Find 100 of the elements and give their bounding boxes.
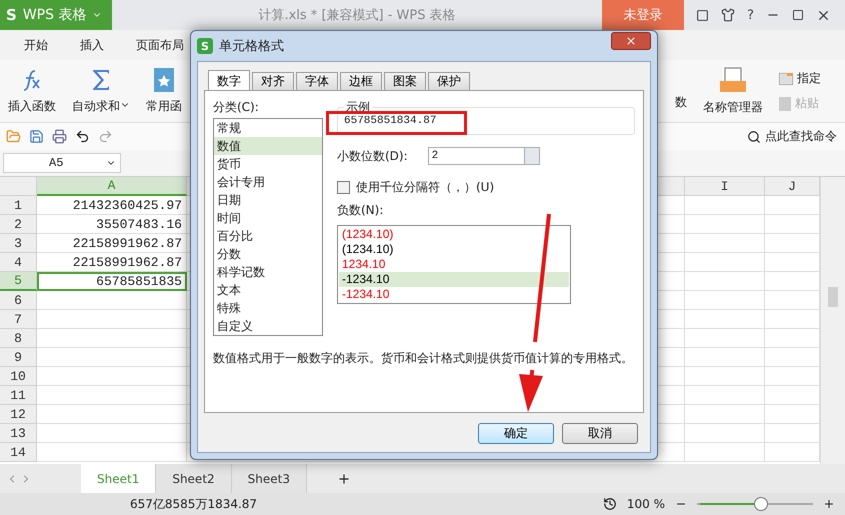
- table-cell[interactable]: 22158991962.87: [37, 234, 187, 253]
- table-cell[interactable]: [37, 329, 187, 348]
- save-icon[interactable]: [29, 129, 44, 144]
- sheet-tab[interactable]: Sheet3: [232, 464, 307, 493]
- command-search[interactable]: 点此查找命令: [747, 128, 845, 145]
- row-header[interactable]: 4: [0, 253, 37, 272]
- table-cell[interactable]: [685, 386, 765, 405]
- negative-option[interactable]: (1234.10): [339, 227, 569, 242]
- row-header[interactable]: 2: [0, 215, 37, 234]
- column-header[interactable]: I: [685, 177, 765, 196]
- dialog-tab[interactable]: 保护: [428, 72, 470, 91]
- name-manager-button[interactable]: 名称管理器: [695, 66, 771, 116]
- name-box[interactable]: A5: [3, 153, 121, 173]
- negative-option[interactable]: -1234.10: [339, 272, 569, 287]
- menu-tab[interactable]: 开始: [8, 36, 64, 54]
- row-header[interactable]: 12: [0, 405, 37, 424]
- table-cell[interactable]: [37, 386, 187, 405]
- dialog-tab[interactable]: 图案: [384, 72, 426, 91]
- dialog-tab[interactable]: 数字: [208, 70, 250, 91]
- zoom-in-icon[interactable]: [823, 498, 835, 510]
- category-item[interactable]: 常规: [214, 119, 322, 137]
- table-cell[interactable]: [685, 424, 765, 443]
- table-cell[interactable]: [685, 253, 765, 272]
- dialog-tab[interactable]: 对齐: [252, 72, 294, 91]
- menu-tab[interactable]: 插入: [64, 36, 120, 54]
- table-cell[interactable]: [685, 348, 765, 367]
- table-cell[interactable]: 21432360425.97: [37, 196, 187, 215]
- redo-icon[interactable]: [98, 129, 113, 144]
- dialog-tab[interactable]: 字体: [296, 72, 338, 91]
- category-item[interactable]: 货币: [214, 155, 322, 173]
- checkbox[interactable]: [337, 181, 350, 194]
- table-cell[interactable]: [685, 291, 765, 310]
- spin-arrows-icon[interactable]: [524, 148, 539, 164]
- negative-option[interactable]: -1234.10: [339, 287, 569, 302]
- scrollbar-thumb[interactable]: [828, 287, 838, 307]
- close-button[interactable]: [611, 32, 651, 50]
- table-cell[interactable]: 35507483.16: [37, 215, 187, 234]
- row-header[interactable]: 8: [0, 329, 37, 348]
- sheet-tab[interactable]: Sheet1: [81, 464, 156, 493]
- dialog-tab[interactable]: 边框: [340, 72, 382, 91]
- category-item[interactable]: 文本: [214, 281, 322, 299]
- table-cell[interactable]: [37, 291, 187, 310]
- undo-icon[interactable]: [75, 129, 90, 144]
- sum-icon: [90, 68, 112, 92]
- ok-button[interactable]: 确定: [478, 423, 554, 444]
- maximize-icon[interactable]: [792, 9, 804, 21]
- row-header[interactable]: 9: [0, 348, 37, 367]
- table-cell[interactable]: [685, 367, 765, 386]
- row-header[interactable]: 11: [0, 386, 37, 405]
- table-cell[interactable]: [37, 367, 187, 386]
- category-item[interactable]: 分数: [214, 245, 322, 263]
- ribbon-button[interactable]: 插入函数: [0, 60, 64, 122]
- row-header[interactable]: 10: [0, 367, 37, 386]
- table-cell[interactable]: [685, 405, 765, 424]
- category-item[interactable]: 时间: [214, 209, 322, 227]
- slider-thumb[interactable]: [754, 497, 768, 511]
- table-cell[interactable]: [37, 424, 187, 443]
- add-sheet-icon[interactable]: [336, 472, 351, 486]
- status-sum: 657亿8585万1834.87: [130, 496, 258, 512]
- row-header[interactable]: 13: [0, 424, 37, 443]
- category-item[interactable]: 数值: [214, 137, 322, 155]
- category-item[interactable]: 日期: [214, 191, 322, 209]
- help-button[interactable]: ?: [747, 8, 754, 22]
- row-header[interactable]: 1: [0, 196, 37, 215]
- column-header[interactable]: J: [765, 177, 820, 196]
- category-item[interactable]: 科学记数: [214, 263, 322, 281]
- sheet-tab[interactable]: Sheet2: [156, 464, 232, 493]
- negative-option[interactable]: (1234.10): [339, 242, 569, 257]
- box-icon[interactable]: [696, 8, 710, 22]
- table-cell[interactable]: [37, 443, 187, 462]
- table-cell[interactable]: [685, 310, 765, 329]
- table-cell[interactable]: [37, 405, 187, 424]
- table-cell[interactable]: [37, 310, 187, 329]
- row-header[interactable]: 7: [0, 310, 37, 329]
- table-cell[interactable]: [685, 215, 765, 234]
- table-cell[interactable]: [37, 348, 187, 367]
- ribbon-button[interactable]: 常用函: [138, 60, 190, 122]
- shirt-icon[interactable]: [721, 8, 736, 22]
- cancel-button[interactable]: 取消: [562, 423, 638, 444]
- category-item[interactable]: 自定义: [214, 317, 322, 335]
- table-cell[interactable]: [685, 234, 765, 253]
- table-cell[interactable]: [685, 272, 765, 291]
- ribbon-button[interactable]: 自动求和: [64, 60, 138, 122]
- decimals-spinner[interactable]: 2: [428, 147, 540, 165]
- table-cell[interactable]: 22158991962.87: [37, 253, 187, 272]
- category-item[interactable]: 百分比: [214, 227, 322, 245]
- row-header[interactable]: 3: [0, 234, 37, 253]
- vertical-scrollbar[interactable]: [820, 177, 845, 464]
- category-item[interactable]: 会计专用: [214, 173, 322, 191]
- table-cell[interactable]: 65785851835: [37, 272, 187, 291]
- history-icon[interactable]: [602, 497, 617, 511]
- table-cell[interactable]: [685, 329, 765, 348]
- negative-option[interactable]: 1234.10: [339, 257, 569, 272]
- assign-button[interactable]: 指定: [779, 70, 821, 87]
- category-item[interactable]: 特殊: [214, 299, 322, 317]
- row-header[interactable]: 6: [0, 291, 37, 310]
- print-icon[interactable]: [52, 129, 67, 144]
- row-header[interactable]: 14: [0, 443, 37, 462]
- table-cell[interactable]: [685, 443, 765, 462]
- table-cell[interactable]: [685, 196, 765, 215]
